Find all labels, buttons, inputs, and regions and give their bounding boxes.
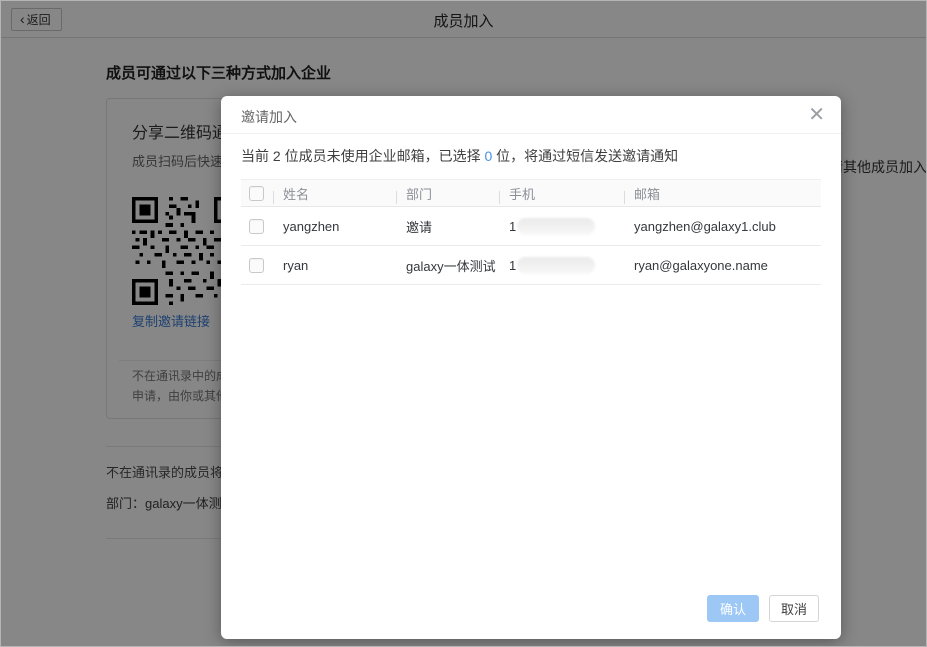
- invite-join-dialog: 邀请加入 ✕ 当前 2 位成员未使用企业邮箱，已选择 0 位，将通过短信发送邀请…: [221, 96, 841, 639]
- message-prefix: 当前 2 位成员未使用企业邮箱，已选择: [241, 148, 484, 164]
- dialog-title: 邀请加入: [241, 107, 297, 127]
- header-email: 邮箱: [624, 184, 821, 203]
- table-header-row: 姓名 部门 手机 邮箱: [241, 179, 821, 207]
- phone-redacted-blur: [517, 218, 595, 235]
- member-dept: 邀请: [396, 217, 499, 236]
- screen: ‹返回 成员加入 成员可通过以下三种方式加入企业 分享二维码通 成员扫码后快速加…: [0, 0, 927, 647]
- row-checkbox[interactable]: [249, 258, 264, 273]
- members-table: 姓名 部门 手机 邮箱 yangzhen 邀请 1 yangzhen@galax…: [241, 179, 821, 285]
- dialog-header: 邀请加入 ✕: [221, 96, 841, 134]
- header-phone: 手机: [499, 184, 624, 203]
- member-name: ryan: [273, 258, 396, 273]
- table-row[interactable]: ryan galaxy一体测试 1 ryan@galaxyone.name: [241, 246, 821, 285]
- confirm-button[interactable]: 确认: [707, 595, 759, 622]
- phone-redacted-blur: [517, 257, 595, 274]
- row-checkbox[interactable]: [249, 219, 264, 234]
- header-dept: 部门: [396, 184, 499, 203]
- dialog-message: 当前 2 位成员未使用企业邮箱，已选择 0 位，将通过短信发送邀请通知: [241, 146, 678, 166]
- close-icon[interactable]: ✕: [808, 102, 825, 128]
- phone-prefix: 1: [509, 258, 516, 273]
- header-name: 姓名: [273, 184, 396, 203]
- phone-prefix: 1: [509, 219, 516, 234]
- select-all-checkbox[interactable]: [249, 186, 264, 201]
- member-dept: galaxy一体测试: [396, 256, 499, 275]
- member-name: yangzhen: [273, 219, 396, 234]
- cancel-button[interactable]: 取消: [769, 595, 819, 622]
- table-row[interactable]: yangzhen 邀请 1 yangzhen@galaxy1.club: [241, 207, 821, 246]
- member-email: ryan@galaxyone.name: [624, 258, 821, 273]
- member-email: yangzhen@galaxy1.club: [624, 219, 821, 234]
- message-suffix: 位，将通过短信发送邀请通知: [492, 148, 678, 164]
